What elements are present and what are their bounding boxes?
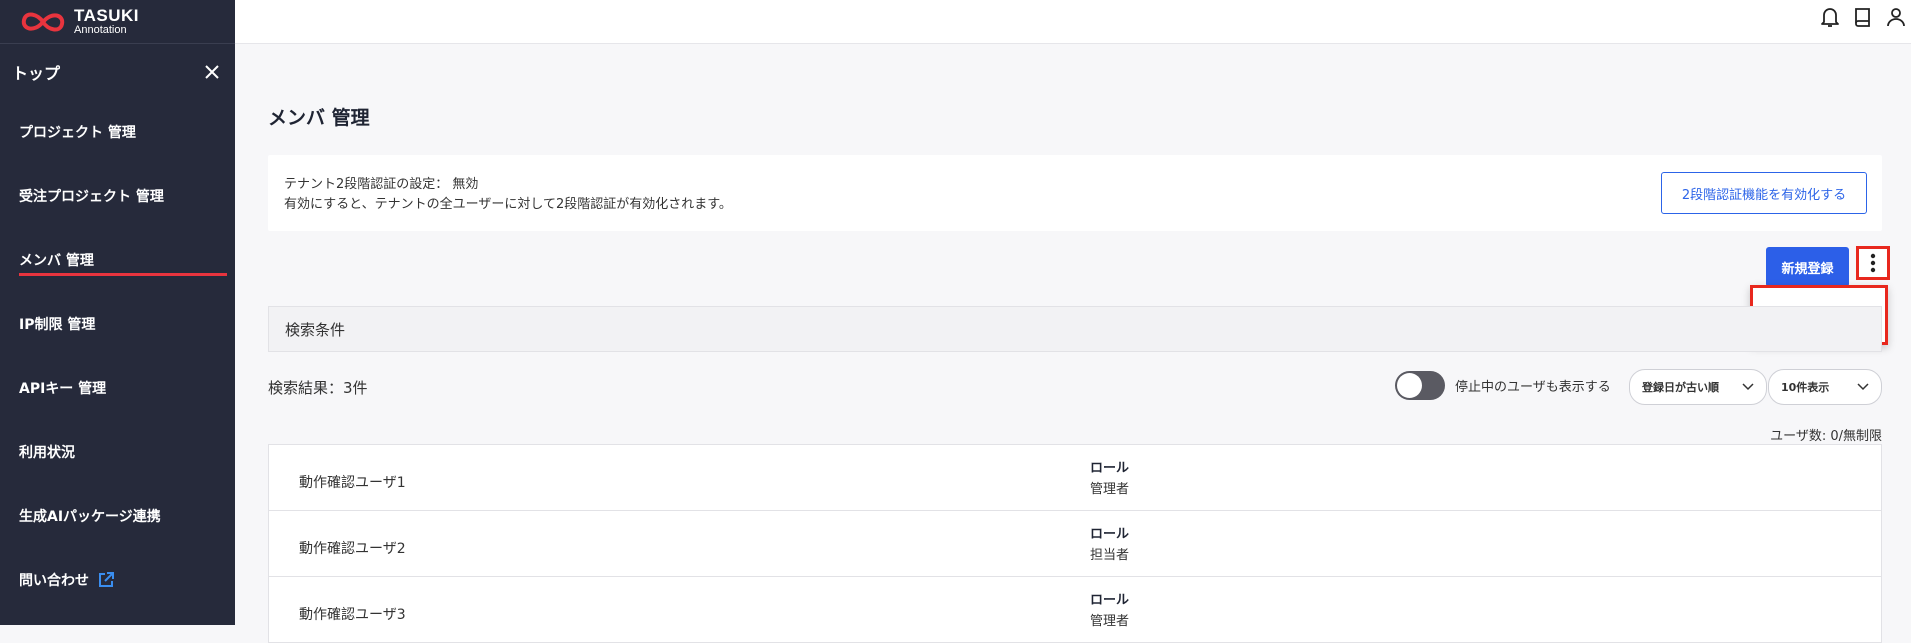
sidebar-item-label: 生成AIパッケージ連携 <box>19 509 161 525</box>
sidebar-item-projects[interactable]: プロジェクト 管理 <box>0 100 235 164</box>
page-title: メンバ 管理 <box>268 107 370 129</box>
sidebar-item-usage[interactable]: 利用状況 <box>0 420 235 484</box>
sidebar: TASUKI Annotation トップ プロジェクト 管理 受注プロジェクト… <box>0 0 235 625</box>
user-icon[interactable] <box>1885 6 1907 28</box>
result-count: 検索結果：3件 <box>268 379 368 397</box>
enable-two-factor-button[interactable]: 2段階認証機能を有効化する <box>1661 172 1867 214</box>
sidebar-item-label: プロジェクト 管理 <box>19 125 136 141</box>
sidebar-item-genai-package[interactable]: 生成AIパッケージ連携 <box>0 484 235 548</box>
chevron-down-icon <box>1857 383 1869 391</box>
sidebar-item-contact[interactable]: 問い合わせ <box>0 548 235 612</box>
chevron-down-icon <box>1742 383 1754 391</box>
sidebar-item-ip-restriction[interactable]: IP制限 管理 <box>0 292 235 356</box>
sidebar-item-label: APIキー 管理 <box>19 381 107 397</box>
top-header <box>235 0 1911 44</box>
role-label: ロール <box>1090 461 1130 476</box>
role-value: 管理者 <box>1090 482 1130 497</box>
search-conditions-panel[interactable]: 検索条件 <box>268 306 1882 352</box>
role-value: 管理者 <box>1090 614 1130 629</box>
more-options-button[interactable] <box>1856 246 1890 280</box>
sidebar-item-label: IP制限 管理 <box>19 317 96 333</box>
show-suspended-toggle[interactable] <box>1395 371 1445 400</box>
sidebar-item-received-projects[interactable]: 受注プロジェクト 管理 <box>0 164 235 228</box>
sidebar-item-members[interactable]: メンバ 管理 <box>0 228 235 292</box>
table-row[interactable]: 動作確認ユーザ1 ロール 管理者 <box>269 445 1881 511</box>
role-label: ロール <box>1090 593 1130 608</box>
sidebar-item-label: 利用状況 <box>19 445 75 461</box>
page-size-select[interactable]: 10件表示 <box>1768 369 1882 405</box>
external-link-icon <box>97 571 115 589</box>
members-table: 動作確認ユーザ1 ロール 管理者 動作確認ユーザ2 ロール 担当者 動作確認ユー… <box>268 444 1882 643</box>
user-name: 動作確認ユーザ1 <box>299 475 406 491</box>
sidebar-title[interactable]: トップ <box>12 60 60 84</box>
two-factor-notice: テナント2段階認証の設定： 無効 有効にすると、テナントの全ユーザーに対して2段… <box>268 155 1882 231</box>
brand-sub: Annotation <box>74 24 127 36</box>
book-icon[interactable] <box>1852 6 1874 28</box>
bell-icon[interactable] <box>1819 6 1841 28</box>
sidebar-item-label: 受注プロジェクト 管理 <box>19 189 164 205</box>
show-suspended-label: 停止中のユーザも表示する <box>1455 380 1611 395</box>
two-factor-description: 有効にすると、テナントの全ユーザーに対して2段階認証が有効化されます。 <box>284 197 732 212</box>
role-label: ロール <box>1090 527 1130 542</box>
sort-select[interactable]: 登録日が古い順 <box>1629 369 1767 405</box>
new-registration-button[interactable]: 新規登録 <box>1766 247 1849 287</box>
user-limit: ユーザ数: 0/無制限 <box>1770 429 1882 444</box>
role-value: 担当者 <box>1090 548 1130 563</box>
kebab-icon <box>1870 253 1876 273</box>
tasuki-logo-icon <box>21 12 65 31</box>
brand-name: TASUKI <box>74 6 140 25</box>
user-name: 動作確認ユーザ2 <box>299 541 406 557</box>
sidebar-item-label: メンバ 管理 <box>19 253 94 269</box>
table-row[interactable]: 動作確認ユーザ2 ロール 担当者 <box>269 511 1881 577</box>
search-conditions-label: 検索条件 <box>285 320 346 339</box>
two-factor-status: テナント2段階認証の設定： 無効 <box>284 177 479 192</box>
logo[interactable]: TASUKI Annotation <box>0 0 235 44</box>
page-size-select-value: 10件表示 <box>1781 381 1830 394</box>
sidebar-item-label: 問い合わせ <box>19 573 89 589</box>
sort-select-value: 登録日が古い順 <box>1642 381 1719 394</box>
user-name: 動作確認ユーザ3 <box>299 607 406 623</box>
sidebar-item-api-keys[interactable]: APIキー 管理 <box>0 356 235 420</box>
table-row[interactable]: 動作確認ユーザ3 ロール 管理者 <box>269 577 1881 643</box>
close-icon[interactable] <box>201 61 223 83</box>
